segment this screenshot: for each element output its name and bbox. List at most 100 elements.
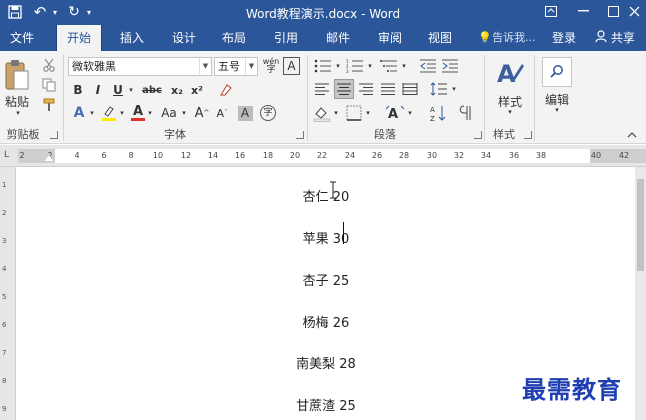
clear-formatting-icon[interactable] bbox=[216, 81, 236, 99]
text-line[interactable]: 杏仁 20 bbox=[17, 186, 635, 205]
editing-dropdown-icon[interactable]: ▾ bbox=[551, 106, 563, 114]
decrease-indent-icon[interactable] bbox=[418, 57, 438, 75]
tab-selector[interactable]: L bbox=[4, 150, 9, 160]
ribbon-display-options-icon[interactable] bbox=[534, 0, 568, 22]
bullets-icon[interactable] bbox=[312, 57, 334, 75]
styles-dropdown-icon[interactable]: ▾ bbox=[504, 108, 516, 116]
sort-icon[interactable]: AZ bbox=[428, 103, 448, 123]
indent-marker[interactable] bbox=[45, 155, 53, 161]
multilevel-list-icon[interactable] bbox=[378, 57, 400, 75]
tab-review[interactable]: 审阅 bbox=[368, 25, 412, 51]
numbering-dropdown-icon[interactable]: ▾ bbox=[366, 57, 374, 75]
underline-button[interactable]: U bbox=[110, 81, 126, 99]
clipboard-launcher-icon[interactable] bbox=[50, 131, 58, 139]
numbering-icon[interactable]: 123 bbox=[344, 57, 366, 75]
search-icon[interactable] bbox=[542, 57, 572, 87]
ruler-tick-label: 30 bbox=[426, 151, 438, 160]
paragraph-launcher-icon[interactable] bbox=[474, 131, 482, 139]
vertical-ruler: 1 2 3 4 5 6 7 8 9 bbox=[0, 167, 16, 420]
align-center-icon[interactable] bbox=[334, 79, 354, 99]
tab-home[interactable]: 开始 bbox=[56, 25, 102, 51]
bullets-dropdown-icon[interactable]: ▾ bbox=[334, 57, 342, 75]
text-line[interactable]: 杨梅 26 bbox=[17, 312, 635, 331]
ruler-tick-label: 4 bbox=[74, 151, 80, 160]
horizontal-ruler[interactable]: L 2 2 4 6 8 10 12 14 16 18 20 22 24 26 28 30 32 34 36 38 40 4… bbox=[0, 145, 646, 167]
tab-layout[interactable]: 布局 bbox=[212, 25, 256, 51]
font-launcher-icon[interactable] bbox=[296, 131, 304, 139]
font-size-select[interactable]: 五号 ▼ bbox=[214, 57, 258, 76]
multilevel-dropdown-icon[interactable]: ▾ bbox=[400, 57, 408, 75]
line-spacing-dropdown-icon[interactable]: ▾ bbox=[450, 80, 458, 98]
borders-icon[interactable] bbox=[344, 103, 364, 123]
chinese-layout-icon[interactable]: A bbox=[384, 103, 406, 123]
tab-design[interactable]: 设计 bbox=[162, 25, 206, 51]
character-border-button[interactable]: A bbox=[283, 57, 300, 75]
show-marks-icon[interactable] bbox=[456, 103, 474, 123]
highlight-icon[interactable] bbox=[100, 103, 118, 123]
tab-view[interactable]: 视图 bbox=[418, 25, 462, 51]
borders-dropdown-icon[interactable]: ▾ bbox=[364, 103, 372, 123]
shrink-font-button[interactable]: Aˇ bbox=[214, 103, 230, 123]
align-left-icon[interactable] bbox=[312, 80, 332, 98]
font-color-button[interactable]: A bbox=[130, 103, 146, 123]
distributed-icon[interactable] bbox=[400, 80, 420, 98]
vertical-scrollbar[interactable] bbox=[635, 167, 646, 420]
chinese-layout-dropdown-icon[interactable]: ▾ bbox=[406, 103, 414, 123]
increase-indent-icon[interactable] bbox=[440, 57, 460, 75]
grow-font-button[interactable]: A ^ bbox=[194, 103, 210, 123]
copy-icon[interactable] bbox=[40, 77, 58, 93]
subscript-button[interactable]: x₂ bbox=[168, 81, 186, 99]
paste-icon[interactable] bbox=[2, 57, 32, 95]
change-case-button[interactable]: Aa bbox=[158, 103, 180, 123]
paste-dropdown-icon[interactable]: ▾ bbox=[12, 109, 24, 117]
minimize-button[interactable] bbox=[566, 0, 600, 22]
close-button[interactable] bbox=[622, 0, 646, 22]
collapse-ribbon-icon[interactable] bbox=[624, 129, 640, 141]
text-line[interactable]: 苹果 30 bbox=[17, 228, 635, 247]
bold-button[interactable]: B bbox=[70, 81, 86, 99]
font-color-dropdown-icon[interactable]: ▾ bbox=[146, 103, 154, 123]
tab-insert[interactable]: 插入 bbox=[110, 25, 154, 51]
vertical-ruler-tick: 3 bbox=[2, 237, 7, 245]
tab-file[interactable]: 文件 bbox=[0, 25, 44, 51]
styles-gallery-icon[interactable]: A bbox=[492, 57, 528, 91]
superscript-button[interactable]: x² bbox=[188, 81, 206, 99]
shading-dropdown-icon[interactable]: ▾ bbox=[332, 103, 340, 123]
styles-launcher-icon[interactable] bbox=[524, 131, 532, 139]
clipboard-group-label: 剪贴板 bbox=[6, 128, 40, 141]
highlight-dropdown-icon[interactable]: ▾ bbox=[118, 103, 126, 123]
line-spacing-icon[interactable] bbox=[428, 80, 450, 98]
format-painter-icon[interactable] bbox=[40, 97, 58, 113]
ruler-tick-label: 16 bbox=[234, 151, 246, 160]
font-name-select[interactable]: 微软雅黑 ▼ bbox=[68, 57, 212, 76]
justify-icon[interactable] bbox=[378, 80, 398, 98]
phonetic-guide-button[interactable]: wén 字 bbox=[261, 56, 281, 76]
cut-icon[interactable] bbox=[40, 57, 58, 73]
align-right-icon[interactable] bbox=[356, 80, 376, 98]
scrollbar-thumb[interactable] bbox=[637, 179, 644, 271]
group-divider bbox=[484, 55, 485, 141]
tab-references[interactable]: 引用 bbox=[264, 25, 308, 51]
share-button[interactable]: 共享 bbox=[586, 25, 644, 51]
chevron-down-icon: ▼ bbox=[199, 58, 211, 75]
lightbulb-icon: 💡 bbox=[478, 31, 493, 44]
sign-in-link[interactable]: 登录 bbox=[546, 25, 582, 51]
change-case-dropdown-icon[interactable]: ▾ bbox=[180, 103, 188, 123]
group-divider bbox=[63, 55, 64, 141]
tab-mailings[interactable]: 邮件 bbox=[316, 25, 360, 51]
paste-label[interactable]: 粘贴 bbox=[2, 93, 32, 110]
italic-button[interactable]: I bbox=[90, 81, 106, 99]
char-shading-glyph: A bbox=[237, 105, 253, 121]
tell-me-box[interactable]: 💡告诉我... bbox=[474, 25, 540, 51]
enclose-characters-button[interactable]: 字 bbox=[258, 103, 278, 123]
strikethrough-button[interactable]: abc bbox=[140, 81, 164, 99]
text-effects-button[interactable]: A bbox=[70, 103, 88, 123]
text-effects-dropdown-icon[interactable]: ▾ bbox=[88, 103, 96, 123]
underline-dropdown-icon[interactable]: ▾ bbox=[126, 81, 136, 99]
shading-icon[interactable] bbox=[312, 103, 332, 123]
ruler-tick-label: 12 bbox=[180, 151, 192, 160]
text-line[interactable]: 杏子 25 bbox=[17, 270, 635, 289]
ruler-tick-label: 26 bbox=[371, 151, 383, 160]
char-shading-button[interactable]: A bbox=[236, 103, 254, 123]
ruler-tick-label: 18 bbox=[262, 151, 274, 160]
